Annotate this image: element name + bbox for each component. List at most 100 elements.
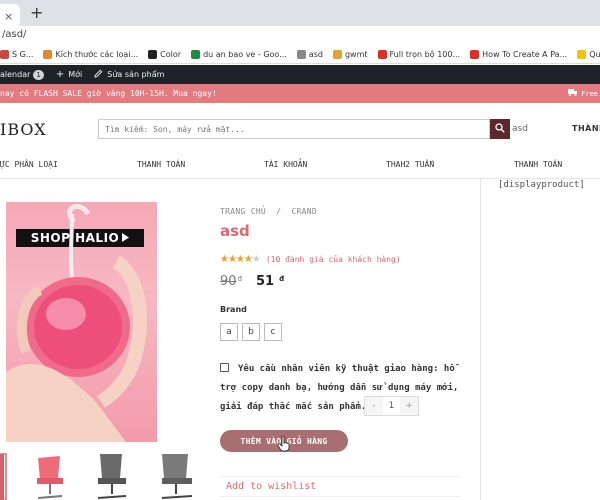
breadcrumb-home[interactable]: TRANG CHỦ <box>220 207 266 216</box>
bookmark-favicon-icon <box>377 50 387 59</box>
quantity-stepper[interactable]: - 1 + <box>364 396 419 416</box>
site-logo[interactable]: IBOX <box>0 120 47 139</box>
bookmark-item[interactable]: S G... <box>0 50 33 59</box>
bookmark-label: Kích thước các loại... <box>55 50 139 59</box>
breadcrumb-category[interactable]: CRAND <box>291 207 317 216</box>
bookmark-label: asd <box>308 50 323 59</box>
plus-icon: + <box>55 69 65 80</box>
bookmark-item[interactable]: Kích thước các loại... <box>43 50 138 59</box>
product-rating: ★★★★★ ★★★★★ (10 đánh giá của khách hàng) <box>220 254 401 265</box>
admin-edit-label: Sửa sản phẩm <box>107 70 165 79</box>
bookmark-favicon-icon <box>43 50 53 59</box>
free-ship-item: Free <box>568 89 598 98</box>
nav-item-checkout[interactable]: THANH TOÁN <box>137 160 185 169</box>
admin-edit-product-item[interactable]: Sửa sản phẩm <box>94 69 164 80</box>
bookmark-item[interactable]: Color <box>148 50 181 59</box>
review-count-link[interactable]: (10 đánh giá của khách hàng) <box>266 255 401 264</box>
product-title: asd <box>220 222 250 240</box>
free-ship-label: Free <box>581 89 598 98</box>
delivery-service-checkbox[interactable] <box>220 363 229 372</box>
bookmark-item[interactable]: gwmt <box>332 50 368 59</box>
nav-item-checkout-2[interactable]: THANH TOÁN <box>514 160 562 169</box>
nav-divider <box>0 178 600 179</box>
delivery-service-option: Yêu cầu nhân viên kỹ thuật giao hàng: hỗ… <box>220 360 460 417</box>
bookmark-label: How To Create A Pa... <box>482 50 568 59</box>
brand-attribute-label: Brand <box>220 305 247 314</box>
sidebar-divider <box>480 179 481 500</box>
product-photo-art <box>6 203 147 442</box>
search-query-text: asd <box>512 124 528 134</box>
bookmark-item[interactable]: Full trọn bộ 100... <box>377 50 461 59</box>
bookmark-label: gwmt <box>344 50 368 59</box>
thumbnail-1[interactable] <box>0 450 8 500</box>
delivery-service-text: Yêu cầu nhân viên kỹ thuật giao hàng: hỗ… <box>220 364 459 412</box>
search-icon <box>495 122 505 136</box>
bookmark-favicon-icon <box>470 50 480 59</box>
brand-swatch-c[interactable]: c <box>264 323 282 341</box>
bookmark-label: Color <box>160 50 182 59</box>
nav-item-account[interactable]: TÀI KHOẢN <box>264 160 307 169</box>
rating-stars-icon: ★★★★★ ★★★★★ <box>220 254 261 265</box>
product-main-image[interactable]: SHOP HALIO <box>6 202 157 442</box>
bookmark-item[interactable]: asd <box>296 50 323 59</box>
search-input[interactable] <box>99 120 489 138</box>
admin-new-item[interactable]: + Mới <box>56 69 82 80</box>
thumbnail-4[interactable] <box>154 450 198 500</box>
address-bar[interactable]: /asd/ <box>0 26 600 46</box>
product-price: 90 đ 51 đ <box>220 274 284 289</box>
wishlist-divider-top <box>220 476 460 477</box>
breadcrumb: TRANG CHỦ / CRAND <box>220 207 317 216</box>
old-price: 90 <box>220 274 237 289</box>
product-thumbnails <box>0 450 210 500</box>
account-link[interactable]: THÀNH <box>572 124 600 133</box>
bookmark-label: S G... <box>12 50 34 59</box>
tab-close-icon[interactable]: × <box>4 10 13 23</box>
bookmark-favicon-icon <box>296 50 306 59</box>
search-box[interactable] <box>98 119 490 139</box>
thumbnail-2[interactable] <box>28 450 72 500</box>
qty-plus-button[interactable]: + <box>400 397 419 415</box>
bookmark-favicon-icon <box>577 50 587 59</box>
qty-minus-button[interactable]: - <box>365 397 383 415</box>
nav-item-thah2-tuan[interactable]: THAH2 TUẤN <box>386 160 434 169</box>
wp-admin-bar: alendar 1 + Mới Sửa sản phẩm <box>0 65 600 84</box>
brand-swatch-b[interactable]: b <box>242 323 260 341</box>
admin-calendar-label: alendar <box>0 70 31 79</box>
main-nav: ỰC PHÂN LOẠI THANH TOÁN TÀI KHOẢN THAH2 … <box>0 160 600 174</box>
bookmark-item[interactable]: du an bao ve - Goo... <box>191 50 287 59</box>
hand-cursor-icon <box>278 436 290 452</box>
bookmark-item[interactable]: How To Create A Pa... <box>470 50 567 59</box>
sale-price-currency: đ <box>279 275 285 283</box>
breadcrumb-separator: / <box>276 207 282 216</box>
brand-swatch-a[interactable]: a <box>220 323 238 341</box>
bookmark-favicon-icon <box>148 50 158 59</box>
add-to-wishlist-link[interactable]: Add to wishlist <box>226 481 316 492</box>
new-tab-button[interactable]: + <box>30 3 43 22</box>
url-text[interactable]: /asd/ <box>2 29 26 40</box>
bookmark-item[interactable]: Quảng cáo <box>577 50 600 59</box>
active-tab[interactable]: × <box>0 4 20 26</box>
bookmarks-bar: S G... Kích thước các loại... Color du an b… <box>0 46 600 64</box>
flash-sale-message: nay có FLASH SALE giờ vàng 10H-15H. Mua … <box>0 89 217 98</box>
flash-sale-bar: nay có FLASH SALE giờ vàng 10H-15H. Mua … <box>0 84 600 103</box>
bookmark-label: Full trọn bộ 100... <box>389 50 461 59</box>
brand-swatches: a b c <box>220 323 286 341</box>
bookmark-label: du an bao ve - Goo... <box>203 50 287 59</box>
qty-value[interactable]: 1 <box>383 401 401 411</box>
pencil-icon <box>94 69 103 80</box>
thumbnail-3[interactable] <box>90 450 134 500</box>
rating-stars-fill: ★★★★★ <box>220 254 252 265</box>
search-button[interactable] <box>490 119 510 139</box>
bookmark-favicon-icon <box>191 50 201 59</box>
bookmark-favicon-icon <box>332 50 342 59</box>
truck-icon <box>568 89 578 98</box>
admin-calendar-badge: 1 <box>33 69 44 80</box>
old-price-currency: đ <box>237 275 242 283</box>
admin-calendar-item[interactable]: alendar 1 <box>0 69 44 80</box>
nav-item-categories[interactable]: ỰC PHÂN LOẠI <box>0 160 58 169</box>
bookmark-label: Quảng cáo <box>589 50 600 59</box>
sale-price: 51 <box>256 274 275 289</box>
admin-new-label: Mới <box>68 70 83 79</box>
wishlist-divider-bottom <box>220 496 460 497</box>
sidebar-shortcode: [displayproduct] <box>498 180 585 190</box>
